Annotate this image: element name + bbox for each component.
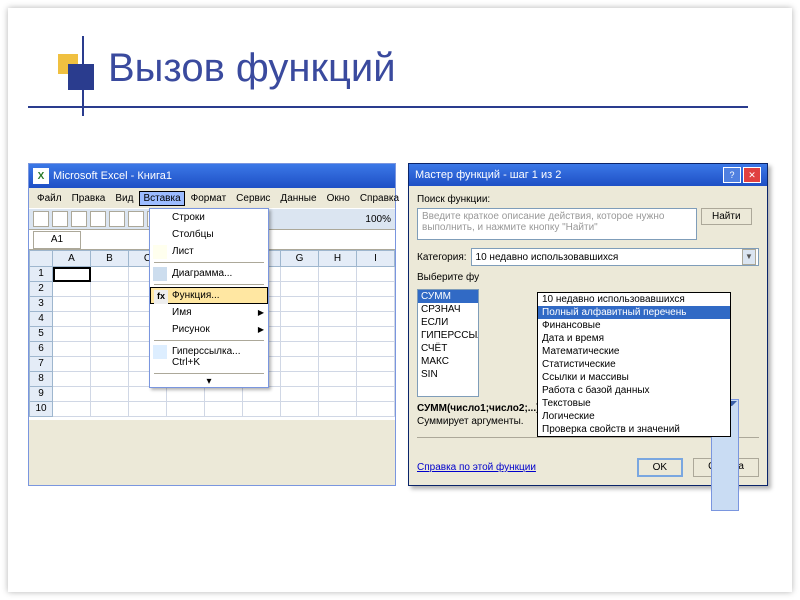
row-header[interactable]: 6 — [29, 342, 53, 357]
menu-item-function[interactable]: fxФункция... — [150, 287, 268, 304]
category-label: Категория: — [417, 252, 467, 263]
excel-titlebar: X Microsoft Excel - Книга1 — [29, 164, 395, 188]
list-item[interactable]: Логические — [538, 410, 730, 423]
list-item[interactable]: СУММ — [418, 290, 478, 303]
search-input[interactable]: Введите краткое описание действия, котор… — [417, 208, 697, 240]
excel-menubar[interactable]: Файл Правка Вид Вставка Формат Сервис Да… — [29, 188, 395, 208]
cell-a1[interactable] — [53, 267, 91, 282]
find-button[interactable]: Найти — [701, 208, 752, 225]
menu-item-chart[interactable]: Диаграмма... — [150, 265, 268, 282]
col-header[interactable]: A — [53, 250, 91, 267]
row-header[interactable]: 2 — [29, 282, 53, 297]
list-item[interactable]: Проверка свойств и значений — [538, 423, 730, 436]
link-icon — [153, 345, 167, 359]
col-header[interactable]: B — [91, 250, 129, 267]
excel-window-title: Microsoft Excel - Книга1 — [53, 170, 172, 182]
menu-item-rows[interactable]: Строки — [150, 209, 268, 226]
category-select[interactable]: 10 недавно использовавшихся — [471, 248, 759, 266]
menu-edit[interactable]: Правка — [68, 191, 110, 206]
menu-help[interactable]: Справка — [356, 191, 403, 206]
list-item[interactable]: ГИПЕРССЫЛ — [418, 329, 478, 342]
cut-icon[interactable] — [109, 211, 125, 227]
function-list[interactable]: СУММ СРЗНАЧ ЕСЛИ ГИПЕРССЫЛ СЧЁТ МАКС SIN — [417, 289, 479, 397]
category-dropdown[interactable]: 10 недавно использовавшихся Полный алфав… — [537, 292, 731, 437]
list-item[interactable]: Полный алфавитный перечень — [538, 306, 730, 319]
row-header[interactable]: 1 — [29, 267, 53, 282]
list-item[interactable]: SIN — [418, 368, 478, 381]
menu-insert[interactable]: Вставка — [139, 191, 184, 206]
list-item[interactable]: МАКС — [418, 355, 478, 368]
list-item[interactable]: Текстовые — [538, 397, 730, 410]
insert-dropdown[interactable]: Строки Столбцы Лист Диаграмма... fxФункц… — [149, 208, 269, 388]
new-icon[interactable] — [33, 211, 49, 227]
copy-icon[interactable] — [128, 211, 144, 227]
col-header[interactable]: G — [281, 250, 319, 267]
list-item[interactable]: Математические — [538, 345, 730, 358]
close-button[interactable]: ✕ — [743, 167, 761, 183]
list-item[interactable]: Статистические — [538, 358, 730, 371]
menu-item-name[interactable]: Имя▶ — [150, 304, 268, 321]
list-item[interactable]: 10 недавно использовавшихся — [538, 293, 730, 306]
open-icon[interactable] — [52, 211, 68, 227]
help-link[interactable]: Справка по этой функции — [417, 462, 536, 473]
sheet-icon — [153, 245, 167, 259]
menu-item-cols[interactable]: Столбцы — [150, 226, 268, 243]
excel-window: X Microsoft Excel - Книга1 Файл Правка В… — [28, 163, 396, 486]
row-header[interactable]: 4 — [29, 312, 53, 327]
dialog-title-text: Мастер функций - шаг 1 из 2 — [415, 169, 561, 181]
row-header[interactable]: 10 — [29, 402, 53, 417]
col-header[interactable]: I — [357, 250, 395, 267]
list-item[interactable]: СРЗНАЧ — [418, 303, 478, 316]
menu-window[interactable]: Окно — [323, 191, 354, 206]
function-wizard-dialog: Мастер функций - шаг 1 из 2 ? ✕ Поиск фу… — [408, 163, 768, 486]
menu-view[interactable]: Вид — [111, 191, 137, 206]
dialog-titlebar: Мастер функций - шаг 1 из 2 ? ✕ — [409, 164, 767, 186]
list-item[interactable]: Финансовые — [538, 319, 730, 332]
row-header[interactable]: 9 — [29, 387, 53, 402]
row-header[interactable]: 5 — [29, 327, 53, 342]
row-header[interactable]: 7 — [29, 357, 53, 372]
row-header[interactable]: 3 — [29, 297, 53, 312]
slide-title: Вызов функций — [108, 46, 396, 91]
menu-data[interactable]: Данные — [276, 191, 320, 206]
help-button[interactable]: ? — [723, 167, 741, 183]
save-icon[interactable] — [71, 211, 87, 227]
print-icon[interactable] — [90, 211, 106, 227]
submenu-arrow-icon: ▶ — [258, 325, 264, 334]
row-header[interactable]: 8 — [29, 372, 53, 387]
list-item[interactable]: СЧЁТ — [418, 342, 478, 355]
list-item[interactable]: Ссылки и массивы — [538, 371, 730, 384]
menu-file[interactable]: Файл — [33, 191, 66, 206]
select-all-corner[interactable] — [29, 250, 53, 267]
menu-item-sheet[interactable]: Лист — [150, 243, 268, 260]
list-item[interactable]: ЕСЛИ — [418, 316, 478, 329]
col-header[interactable]: H — [319, 250, 357, 267]
chart-icon — [153, 267, 167, 281]
menu-tools[interactable]: Сервис — [232, 191, 274, 206]
zoom-value[interactable]: 100% — [365, 214, 391, 225]
menu-item-hyperlink[interactable]: Гиперссылка... Ctrl+K — [150, 343, 268, 371]
name-box[interactable]: A1 — [33, 231, 81, 249]
search-label: Поиск функции: — [417, 194, 759, 205]
ok-button[interactable]: OK — [637, 458, 683, 477]
submenu-arrow-icon: ▶ — [258, 308, 264, 317]
menu-item-picture[interactable]: Рисунок▶ — [150, 321, 268, 338]
fx-icon: fx — [154, 290, 168, 304]
select-fn-label: Выберите фу — [417, 272, 479, 283]
list-item[interactable]: Дата и время — [538, 332, 730, 345]
list-item[interactable]: Работа с базой данных — [538, 384, 730, 397]
menu-expand[interactable]: ▾ — [150, 376, 268, 387]
excel-icon: X — [33, 168, 49, 184]
menu-format[interactable]: Формат — [187, 191, 231, 206]
